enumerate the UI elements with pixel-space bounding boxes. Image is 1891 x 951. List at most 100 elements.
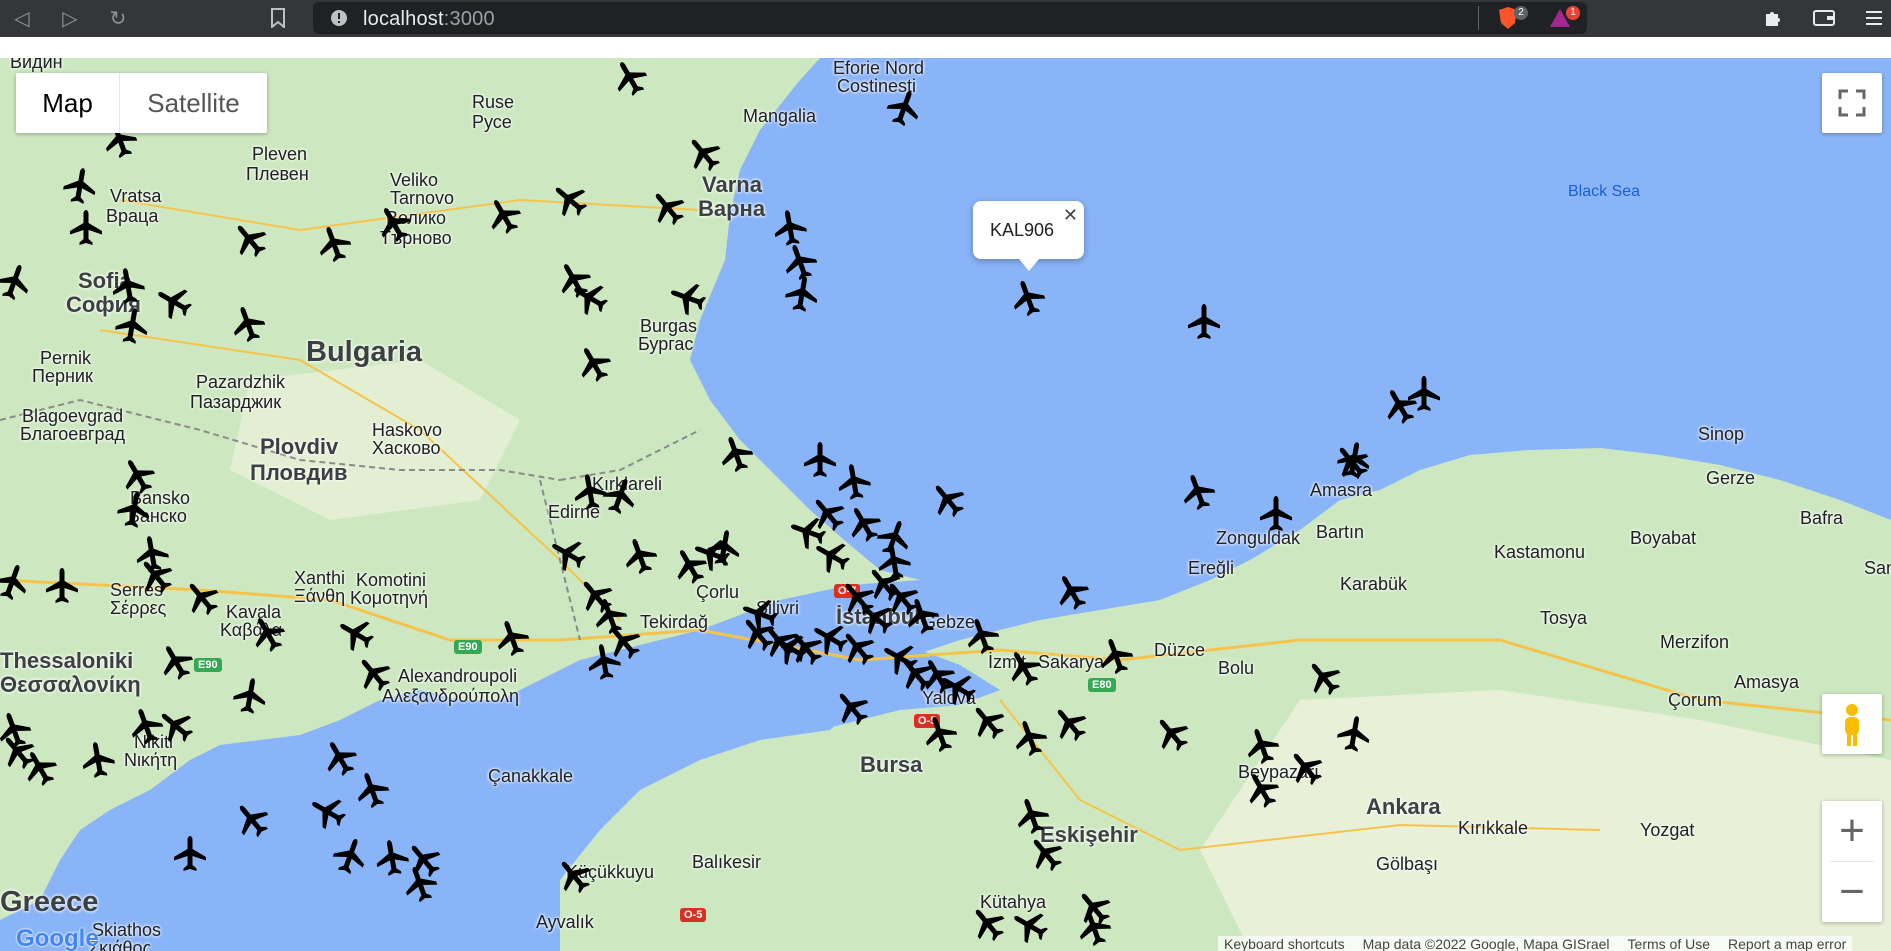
reload-icon[interactable]: ↻ [104, 4, 132, 32]
airplane-icon[interactable] [352, 770, 392, 810]
airplane-icon[interactable] [684, 134, 724, 174]
info-window[interactable]: KAL906 ✕ [973, 201, 1084, 271]
airplane-icon[interactable] [330, 836, 370, 876]
bookmark-icon[interactable] [264, 4, 292, 32]
airplane-icon[interactable] [1334, 714, 1374, 754]
airplane-icon[interactable] [1256, 494, 1296, 534]
airplane-icon[interactable] [230, 676, 270, 716]
close-icon[interactable]: ✕ [1063, 205, 1078, 226]
airplane-icon[interactable] [782, 274, 822, 314]
airplane-icon[interactable] [314, 224, 354, 264]
terms-link[interactable]: Terms of Use [1628, 936, 1710, 951]
airplane-icon[interactable] [42, 566, 82, 606]
airplane-icon[interactable] [154, 282, 194, 322]
brave-rewards-icon[interactable]: 1 [1546, 4, 1580, 32]
airplane-icon[interactable] [492, 618, 532, 658]
airplane-icon[interactable] [336, 614, 376, 654]
forward-icon[interactable]: ▷ [56, 4, 84, 32]
map-canvas[interactable]: Видин Eforie Nord Costinesti Ruse Русе Mangal… [0, 58, 1891, 951]
airplane-icon[interactable] [1334, 440, 1374, 480]
airplane-icon[interactable] [570, 278, 610, 318]
airplane-icon[interactable] [1404, 374, 1444, 414]
airplane-icon[interactable] [0, 732, 38, 772]
airplane-icon[interactable] [1152, 714, 1192, 754]
airplane-icon[interactable] [108, 266, 148, 306]
airplane-icon[interactable] [114, 490, 154, 530]
airplane-icon[interactable] [704, 528, 744, 568]
back-icon[interactable]: ◁ [8, 4, 36, 32]
report-error-link[interactable]: Report a map error [1728, 936, 1846, 951]
airplane-icon[interactable] [228, 304, 268, 344]
airplane-icon[interactable] [968, 904, 1008, 944]
brave-shields-icon[interactable]: 2 [1494, 4, 1528, 32]
airplane-icon[interactable] [78, 740, 118, 780]
airplane-icon[interactable] [1242, 770, 1282, 810]
airplane-icon[interactable] [400, 864, 440, 904]
airplane-icon[interactable] [354, 654, 394, 694]
airplane-icon[interactable] [182, 578, 222, 618]
airplane-icon[interactable] [170, 834, 210, 874]
map-type-satellite-button[interactable]: Satellite [120, 73, 267, 133]
airplane-icon[interactable] [136, 556, 176, 596]
airplane-icon[interactable] [156, 642, 196, 682]
airplane-icon[interactable] [968, 702, 1008, 742]
airplane-icon[interactable] [0, 562, 32, 602]
airplane-icon[interactable] [1184, 302, 1224, 342]
airplane-icon[interactable] [1052, 572, 1092, 612]
airplane-icon[interactable] [962, 616, 1002, 656]
airplane-icon[interactable] [308, 792, 348, 832]
map-type-map-button[interactable]: Map [16, 73, 120, 133]
airplane-icon[interactable] [1286, 748, 1326, 788]
airplane-icon[interactable] [484, 196, 524, 236]
airplane-icon[interactable] [920, 714, 960, 754]
airplane-icon[interactable] [832, 688, 872, 728]
airplane-icon[interactable] [60, 166, 100, 206]
airplane-icon[interactable] [610, 58, 650, 98]
keyboard-shortcuts-link[interactable]: Keyboard shortcuts [1224, 936, 1345, 951]
airplane-icon[interactable] [1004, 648, 1044, 688]
extensions-icon[interactable] [1759, 4, 1787, 32]
airplane-icon[interactable] [232, 800, 272, 840]
airplane-icon[interactable] [812, 536, 852, 576]
airplane-icon[interactable] [1096, 636, 1136, 676]
zoom-in-button[interactable]: + [1822, 801, 1882, 861]
zoom-out-button[interactable]: − [1822, 862, 1882, 922]
airplane-icon[interactable] [0, 262, 34, 302]
airplane-icon[interactable] [126, 706, 166, 746]
address-bar[interactable]: localhost:3000 [313, 2, 1587, 34]
airplane-icon[interactable] [1242, 726, 1282, 766]
airplane-icon[interactable] [1008, 278, 1048, 318]
airplane-icon[interactable] [668, 278, 708, 318]
airplane-icon[interactable] [1074, 908, 1114, 948]
airplane-icon[interactable] [548, 534, 588, 574]
airplane-icon[interactable] [584, 642, 624, 682]
airplane-icon[interactable] [1178, 472, 1218, 512]
airplane-icon[interactable] [574, 344, 614, 384]
fullscreen-button[interactable] [1822, 73, 1882, 133]
airplane-icon[interactable] [1012, 796, 1052, 836]
airplane-icon[interactable] [230, 220, 270, 260]
airplane-icon[interactable] [1026, 834, 1066, 874]
menu-icon[interactable] [1860, 4, 1888, 32]
airplane-icon[interactable] [66, 208, 106, 248]
airplane-icon[interactable] [620, 536, 660, 576]
street-view-pegman[interactable] [1822, 694, 1882, 754]
airplane-icon[interactable] [550, 180, 590, 220]
airplane-icon[interactable] [112, 306, 152, 346]
wallet-icon[interactable] [1810, 4, 1838, 32]
airplane-icon[interactable] [600, 476, 640, 516]
site-info-icon[interactable] [325, 4, 353, 32]
airplane-icon[interactable] [902, 596, 942, 636]
airplane-icon[interactable] [1010, 718, 1050, 758]
airplane-icon[interactable] [716, 434, 756, 474]
airplane-icon[interactable] [248, 614, 288, 654]
airplane-icon[interactable] [648, 188, 688, 228]
airplane-icon[interactable] [1050, 704, 1090, 744]
airplane-icon[interactable] [928, 480, 968, 520]
airplane-icon[interactable] [1304, 658, 1344, 698]
airplane-icon[interactable] [554, 856, 594, 896]
airplane-icon[interactable] [838, 628, 878, 668]
airplane-icon[interactable] [884, 88, 924, 128]
airplane-icon[interactable] [1010, 906, 1050, 946]
airplane-icon[interactable] [374, 204, 414, 244]
